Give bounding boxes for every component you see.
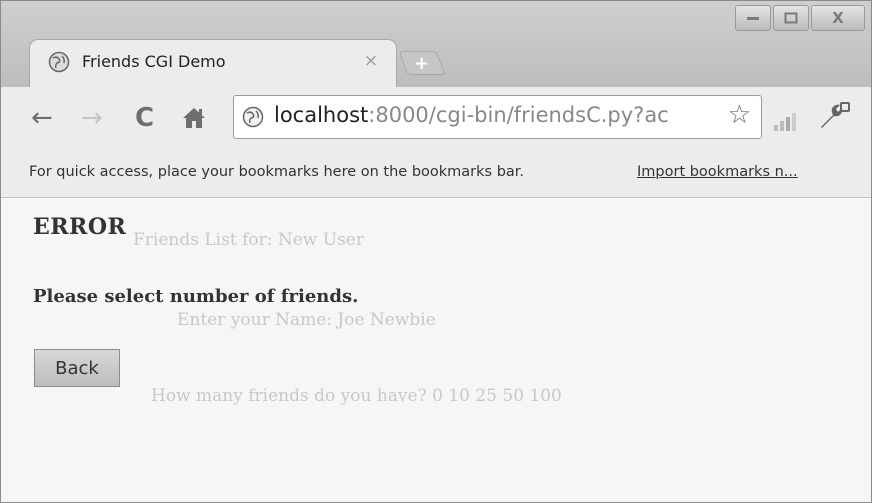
bookmarks-message: For quick access, place your bookmarks h…: [29, 164, 525, 180]
url-port: :8000: [368, 103, 429, 127]
browser-window: X Friends CGI Demo × + ← → C localhost:8…: [0, 0, 872, 503]
tab-friends-cgi-demo[interactable]: Friends CGI Demo ×: [29, 39, 397, 90]
close-window-label: X: [832, 9, 844, 27]
window-controls: X: [735, 5, 865, 33]
import-bookmarks-link[interactable]: Import bookmarks n...: [637, 164, 798, 180]
new-tab-button[interactable]: +: [398, 51, 446, 75]
ghost-text-line: How many friends do you have? 0 10 25 50…: [151, 386, 562, 406]
page-globe-icon: [242, 106, 264, 128]
minimize-icon[interactable]: [735, 5, 771, 31]
address-bar[interactable]: localhost:8000/cgi-bin/friendsC.py?ac ☆: [233, 95, 762, 139]
bookmarks-bar: For quick access, place your bookmarks h…: [1, 151, 871, 198]
close-window-button[interactable]: X: [811, 5, 865, 31]
toolbar: ← → C localhost:8000/cgi-bin/friendsC.py…: [1, 87, 871, 151]
forward-icon[interactable]: →: [81, 105, 103, 131]
reload-icon[interactable]: C: [135, 105, 154, 131]
ghost-text-line: Friends List for: New User: [133, 230, 364, 250]
tab-close-icon[interactable]: ×: [364, 51, 378, 71]
page-content: Friends List for: New User Enter your Na…: [1, 198, 871, 502]
ghost-text-line: Enter your Name: Joe Newbie: [177, 310, 436, 330]
error-heading: ERROR: [33, 214, 127, 240]
home-icon[interactable]: [181, 106, 207, 130]
maximize-icon[interactable]: [773, 5, 809, 31]
new-tab-label: +: [414, 52, 430, 74]
globe-icon: [48, 51, 70, 73]
url-path: /cgi-bin/friendsC.py?ac: [428, 103, 669, 127]
url-text: localhost:8000/cgi-bin/friendsC.py?ac: [274, 103, 704, 127]
signal-bars-icon[interactable]: [773, 113, 797, 131]
back-icon[interactable]: ←: [31, 105, 53, 131]
error-message: Please select number of friends.: [33, 286, 359, 307]
title-bar: X Friends CGI Demo × +: [1, 1, 871, 90]
wrench-icon[interactable]: [817, 101, 851, 131]
back-button[interactable]: Back: [34, 349, 120, 387]
star-icon[interactable]: ☆: [728, 100, 751, 130]
tab-title: Friends CGI Demo: [82, 52, 226, 71]
url-host: localhost: [274, 103, 369, 127]
